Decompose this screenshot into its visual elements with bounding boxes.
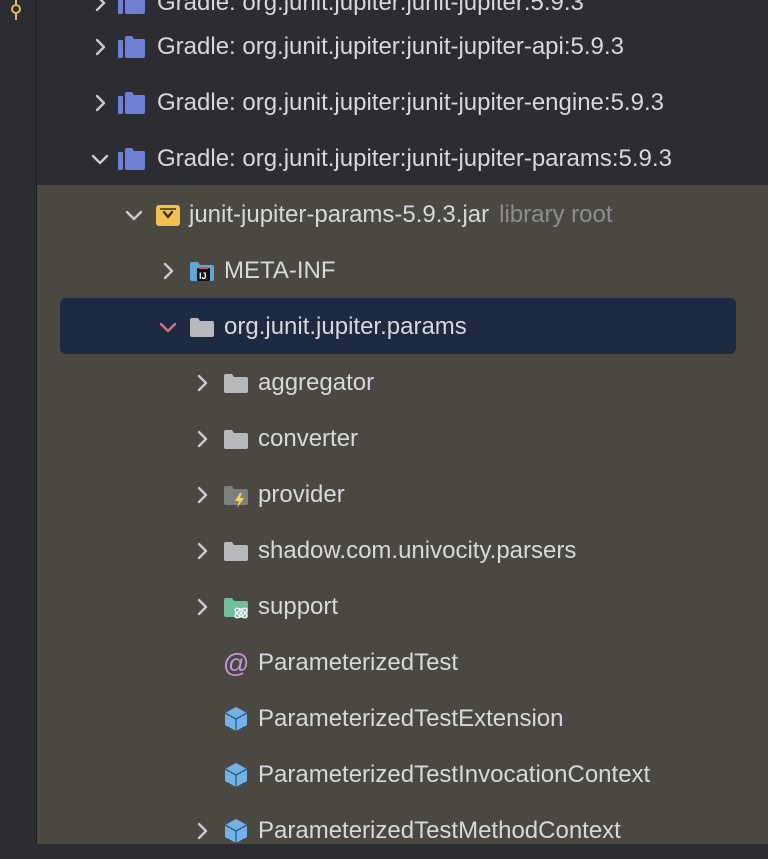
package-folder-icon — [222, 369, 250, 397]
chevron-right-icon[interactable] — [192, 597, 212, 617]
tree-row-label: Gradle: org.junit.jupiter:junit-jupiter-… — [157, 145, 672, 172]
tree-row-label: junit-jupiter-params-5.9.3.jar — [189, 201, 490, 228]
tree-row-label: META-INF — [224, 257, 336, 284]
tree-row-label: shadow.com.univocity.parsers — [258, 537, 577, 564]
jar-archive-icon — [154, 201, 182, 229]
tree-row-converter[interactable]: converter — [37, 411, 768, 467]
chevron-right-icon[interactable] — [192, 821, 212, 841]
tree-row-label: ParameterizedTest — [258, 649, 459, 676]
svg-text:IJ: IJ — [199, 271, 207, 281]
class-icon — [222, 761, 250, 789]
package-folder-icon — [222, 425, 250, 453]
package-folder-atom-icon — [222, 593, 250, 621]
tree-row-gradle-junit-jupiter-api[interactable]: Gradle: org.junit.jupiter:junit-jupiter-… — [37, 19, 768, 75]
chevron-down-icon[interactable] — [90, 149, 110, 169]
tree-row-parameterized-test[interactable]: @ ParameterizedTest — [37, 635, 768, 691]
library-root-hint: library root — [499, 201, 613, 228]
tree-row-jar[interactable]: junit-jupiter-params-5.9.3.jar library ro… — [37, 187, 768, 243]
tree-row-parameterized-test-method-context[interactable]: ParameterizedTestMethodContext — [37, 803, 768, 859]
tree-row-label: converter — [258, 425, 359, 452]
library-icon — [117, 33, 145, 61]
tree-row-label: aggregator — [258, 369, 375, 396]
chevron-right-icon[interactable] — [158, 261, 178, 281]
package-folder-icon — [222, 537, 250, 565]
package-folder-icon — [188, 313, 216, 341]
library-icon — [117, 0, 145, 17]
chevron-right-icon[interactable] — [90, 0, 110, 13]
chevron-right-icon[interactable] — [192, 485, 212, 505]
svg-text:@: @ — [223, 649, 249, 677]
tree-row-meta-inf[interactable]: IJ META-INF — [37, 243, 768, 299]
tree-row-label: Gradle: org.junit.jupiter:junit-jupiter-… — [157, 89, 664, 116]
tree-row-label: ParameterizedTestMethodContext — [258, 817, 621, 844]
tree-row-org-junit-jupiter-params[interactable]: org.junit.jupiter.params — [37, 299, 768, 355]
meta-inf-folder-icon: IJ — [188, 257, 216, 285]
tree-row-shadow-parsers[interactable]: shadow.com.univocity.parsers — [37, 523, 768, 579]
chevron-right-icon[interactable] — [192, 429, 212, 449]
tree-row-label: Gradle: org.junit.jupiter:junit-jupiter-… — [157, 33, 624, 60]
annotation-icon: @ — [222, 649, 250, 677]
library-icon — [117, 89, 145, 117]
tree-row-label: provider — [258, 481, 345, 508]
tree-row-label: ParameterizedTestInvocationContext — [258, 761, 651, 788]
tree-row-label: ParameterizedTestExtension — [258, 705, 564, 732]
tree-row-parameterized-test-invocation-context[interactable]: ParameterizedTestInvocationContext — [37, 747, 768, 803]
class-icon — [222, 817, 250, 845]
tree-row-gradle-junit-jupiter-engine[interactable]: Gradle: org.junit.jupiter:junit-jupiter-… — [37, 75, 768, 131]
tree-row-support[interactable]: support — [37, 579, 768, 635]
class-icon — [222, 705, 250, 733]
chevron-right-icon[interactable] — [90, 93, 110, 113]
library-icon — [117, 145, 145, 173]
package-folder-lightning-icon — [222, 481, 250, 509]
tree-row-label: Gradle: org.junit.jupiter:junit-jupiter:… — [157, 0, 584, 16]
tree-row-label: org.junit.jupiter.params — [224, 313, 467, 340]
chevron-down-icon[interactable] — [158, 317, 178, 337]
tree-row-provider[interactable]: provider — [37, 467, 768, 523]
chevron-right-icon[interactable] — [192, 541, 212, 561]
chevron-down-icon[interactable] — [124, 205, 144, 225]
tree-row-parameterized-test-extension[interactable]: ParameterizedTestExtension — [37, 691, 768, 747]
chevron-right-icon[interactable] — [90, 37, 110, 57]
tree-row-aggregator[interactable]: aggregator — [37, 355, 768, 411]
chevron-right-icon[interactable] — [192, 373, 212, 393]
tree-row-gradle-junit-jupiter-params[interactable]: Gradle: org.junit.jupiter:junit-jupiter-… — [37, 131, 768, 187]
tree-row-label: support — [258, 593, 339, 620]
project-tree[interactable]: Gradle: org.junit.jupiter:junit-jupiter:… — [0, 0, 768, 844]
